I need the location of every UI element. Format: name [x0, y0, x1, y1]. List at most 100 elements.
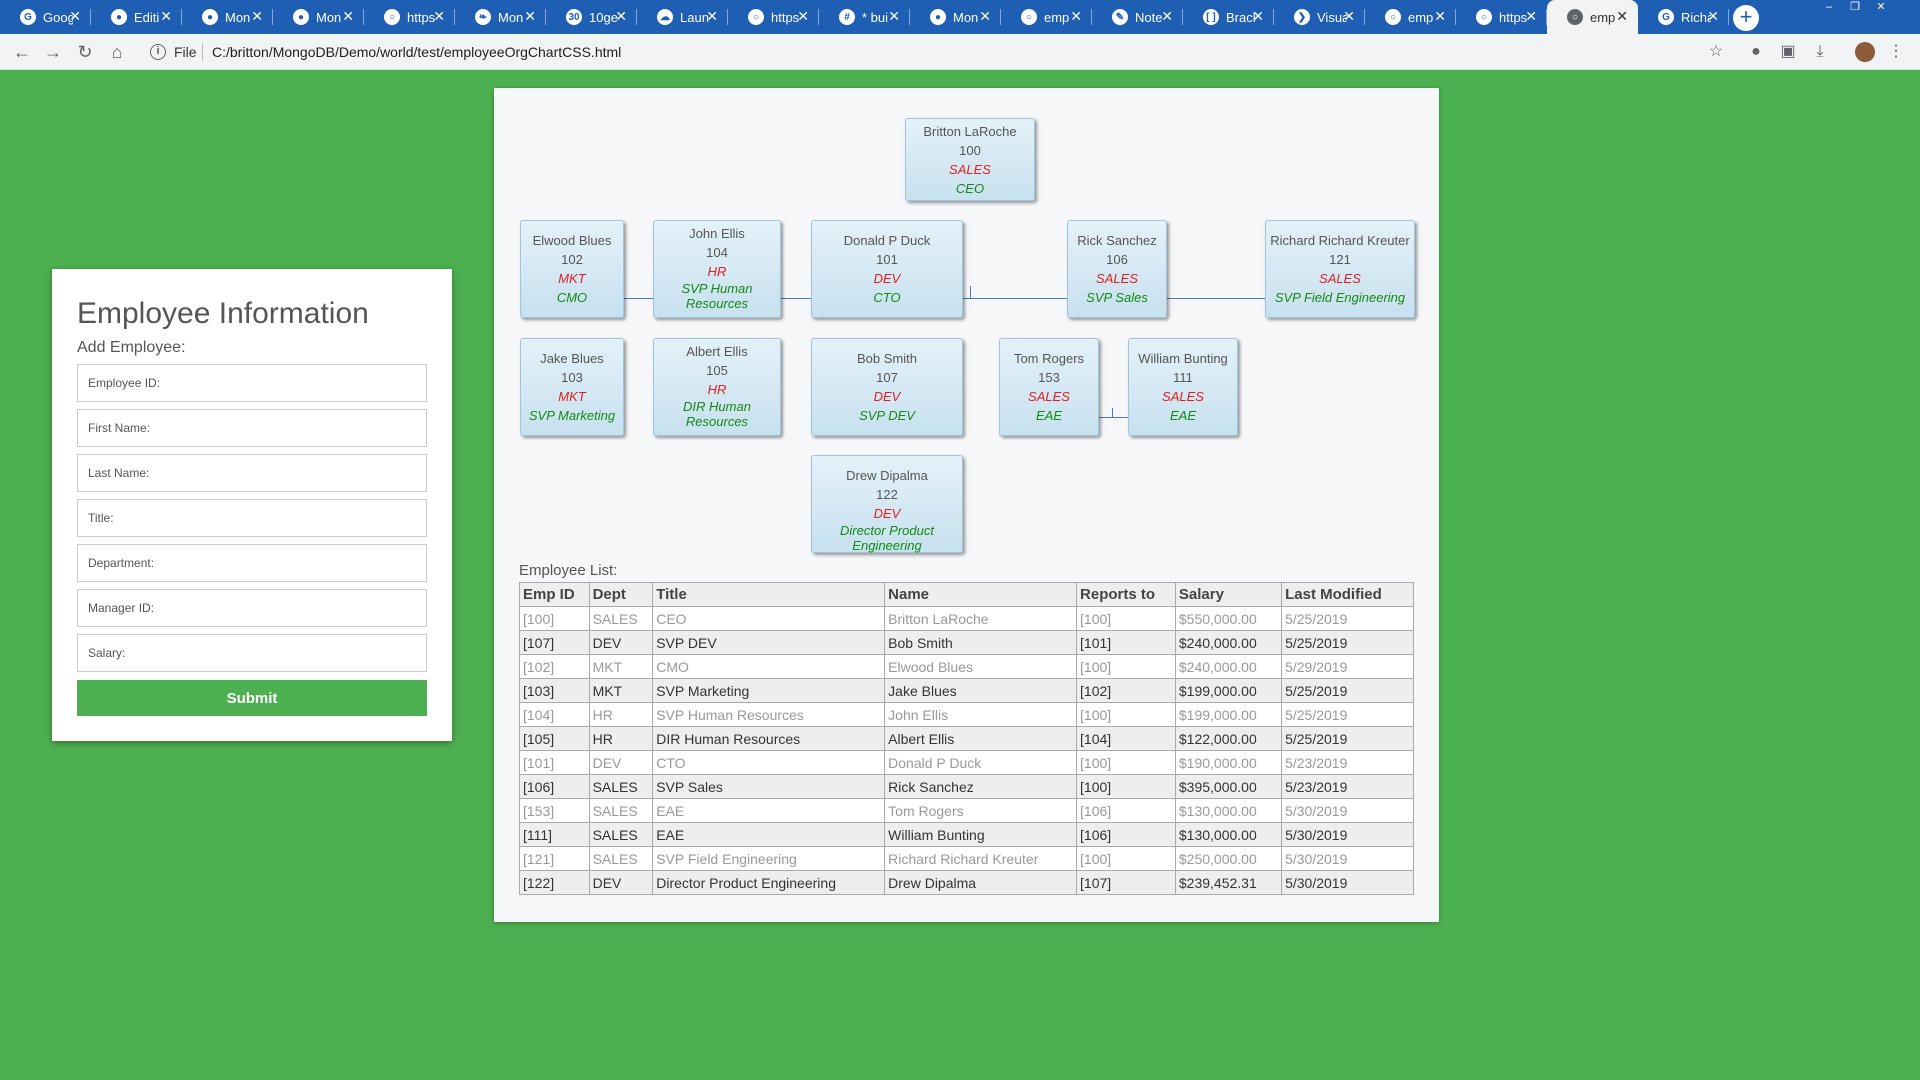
employee-id-input[interactable]	[77, 364, 427, 402]
close-tab-icon[interactable]: ✕	[69, 8, 81, 25]
submit-button[interactable]: Submit	[77, 680, 427, 716]
close-tab-icon[interactable]: ✕	[615, 8, 627, 25]
node-department: SALES	[1162, 389, 1204, 404]
org-node: Rick Sanchez 106 SALES SVP Sales	[1067, 220, 1167, 318]
column-header[interactable]: Name	[884, 582, 1078, 607]
globe-icon: ○	[1476, 9, 1492, 25]
tab[interactable]: ○ https ✕	[364, 0, 455, 34]
org-node: Jake Blues 103 MKT SVP Marketing	[520, 338, 624, 436]
title-input[interactable]	[77, 499, 427, 537]
tab[interactable]: G Richa ✕	[1638, 0, 1729, 34]
tab[interactable]: ● Mon ✕	[910, 0, 1001, 34]
reload-icon[interactable]: ↻	[73, 40, 97, 64]
restore-window-icon[interactable]: ❐	[1842, 0, 1868, 16]
tab[interactable]: ○ https ✕	[1456, 0, 1547, 34]
tab[interactable]: ✎ Note ✕	[1092, 0, 1183, 34]
close-tab-icon[interactable]: ✕	[979, 8, 991, 25]
tab[interactable]: ❧ Mon ✕	[455, 0, 546, 34]
home-icon[interactable]: ⌂	[105, 40, 129, 64]
tab[interactable]: G Goog ✕	[0, 0, 91, 34]
salary-input[interactable]	[77, 634, 427, 672]
node-title: EAE	[1169, 408, 1196, 423]
extension-icon[interactable]: ●	[1746, 42, 1766, 62]
manager-id-input[interactable]	[77, 589, 427, 627]
first-name-input[interactable]	[77, 409, 427, 447]
table-cell: [100]	[1076, 606, 1176, 631]
close-window-icon[interactable]: ✕	[1868, 0, 1894, 16]
globe-icon: ○	[1567, 9, 1583, 25]
profile-avatar[interactable]	[1855, 42, 1875, 62]
table-cell: [100]	[1076, 702, 1176, 727]
close-tab-icon[interactable]: ✕	[1616, 8, 1628, 25]
tab[interactable]: # * bui ✕	[819, 0, 910, 34]
table-header-row: Emp ID Dept Title Name Reports to Salary Last …	[519, 582, 1414, 607]
table-cell: SALES	[588, 606, 654, 631]
new-tab-button[interactable]: +	[1733, 5, 1759, 31]
forward-arrow-icon[interactable]: →	[41, 40, 65, 64]
node-department: DEV	[873, 389, 901, 404]
column-header[interactable]: Title	[652, 582, 886, 607]
table-cell: HR	[588, 702, 654, 727]
table-row: [103] MKT SVP Marketing Jake Blues [102] $199…	[519, 678, 1414, 703]
close-tab-icon[interactable]: ✕	[1252, 8, 1264, 25]
tab-active[interactable]: ○ emp ✕	[1547, 0, 1638, 34]
bookmark-star-icon[interactable]: ☆	[1706, 42, 1726, 62]
last-name-input[interactable]	[77, 454, 427, 492]
table-cell: 5/30/2019	[1281, 798, 1414, 823]
table-cell: [100]	[519, 606, 590, 631]
extension-box-icon[interactable]: ▣	[1778, 42, 1798, 62]
close-tab-icon[interactable]: ✕	[342, 8, 354, 25]
close-tab-icon[interactable]: ✕	[251, 8, 263, 25]
table-cell: Director Product Engineering	[652, 870, 886, 895]
node-id: 111	[1173, 370, 1193, 385]
table-cell: $122,000.00	[1174, 726, 1283, 751]
tab[interactable]: ○ emp ✕	[1001, 0, 1092, 34]
node-id: 105	[706, 363, 728, 378]
node-title: CEO	[955, 181, 985, 196]
table-row: [111] SALES EAE William Bunting [106] $130,00…	[519, 822, 1414, 847]
tab[interactable]: ☁ Laun ✕	[637, 0, 728, 34]
close-tab-icon[interactable]: ✕	[160, 8, 172, 25]
download-icon[interactable]: ⤓	[1810, 42, 1830, 62]
close-tab-icon[interactable]: ✕	[1161, 8, 1173, 25]
column-header[interactable]: Last Modified	[1281, 582, 1414, 607]
tab[interactable]: 30 10ge ✕	[546, 0, 637, 34]
node-id: 106	[1106, 252, 1128, 267]
minimize-window-icon[interactable]: –	[1816, 0, 1842, 16]
globe-icon: ○	[748, 9, 764, 25]
close-tab-icon[interactable]: ✕	[797, 8, 809, 25]
tab[interactable]: ○ emp ✕	[1365, 0, 1456, 34]
close-tab-icon[interactable]: ✕	[1070, 8, 1082, 25]
tab[interactable]: ● Editi ✕	[91, 0, 182, 34]
org-node: Britton LaRoche 100 SALES CEO	[905, 118, 1035, 201]
site-info-icon[interactable]: i	[150, 44, 166, 60]
table-row: [107] DEV SVP DEV Bob Smith [101] $240,000.00…	[519, 630, 1414, 655]
column-header[interactable]: Salary	[1174, 582, 1283, 607]
menu-more-icon[interactable]: ⋮	[1886, 42, 1906, 62]
address-bar-url[interactable]: C:/britton/MongoDB/Demo/world/test/emplo…	[212, 44, 621, 60]
close-tab-icon[interactable]: ✕	[433, 8, 445, 25]
close-tab-icon[interactable]: ✕	[1434, 8, 1446, 25]
department-input[interactable]	[77, 544, 427, 582]
connector-line	[970, 286, 971, 298]
tab[interactable]: ● Mon ✕	[273, 0, 364, 34]
table-cell: 5/25/2019	[1281, 606, 1414, 631]
table-cell: CTO	[652, 750, 886, 775]
column-header[interactable]: Reports to	[1076, 582, 1176, 607]
close-tab-icon[interactable]: ✕	[888, 8, 900, 25]
table-row: [104] HR SVP Human Resources John Ellis [100…	[519, 702, 1414, 727]
table-cell: $550,000.00	[1174, 606, 1283, 631]
table-cell: $395,000.00	[1174, 774, 1283, 799]
tab[interactable]: [ ] Brack ✕	[1183, 0, 1274, 34]
close-tab-icon[interactable]: ✕	[1707, 8, 1719, 25]
tab[interactable]: ❯ Visua ✕	[1274, 0, 1365, 34]
column-header[interactable]: Emp ID	[519, 582, 590, 607]
close-tab-icon[interactable]: ✕	[1343, 8, 1355, 25]
close-tab-icon[interactable]: ✕	[1525, 8, 1537, 25]
tab[interactable]: ● Mon ✕	[182, 0, 273, 34]
column-header[interactable]: Dept	[588, 582, 654, 607]
tab[interactable]: ○ https ✕	[728, 0, 819, 34]
close-tab-icon[interactable]: ✕	[524, 8, 536, 25]
close-tab-icon[interactable]: ✕	[706, 8, 718, 25]
back-arrow-icon[interactable]: ←	[10, 40, 34, 64]
